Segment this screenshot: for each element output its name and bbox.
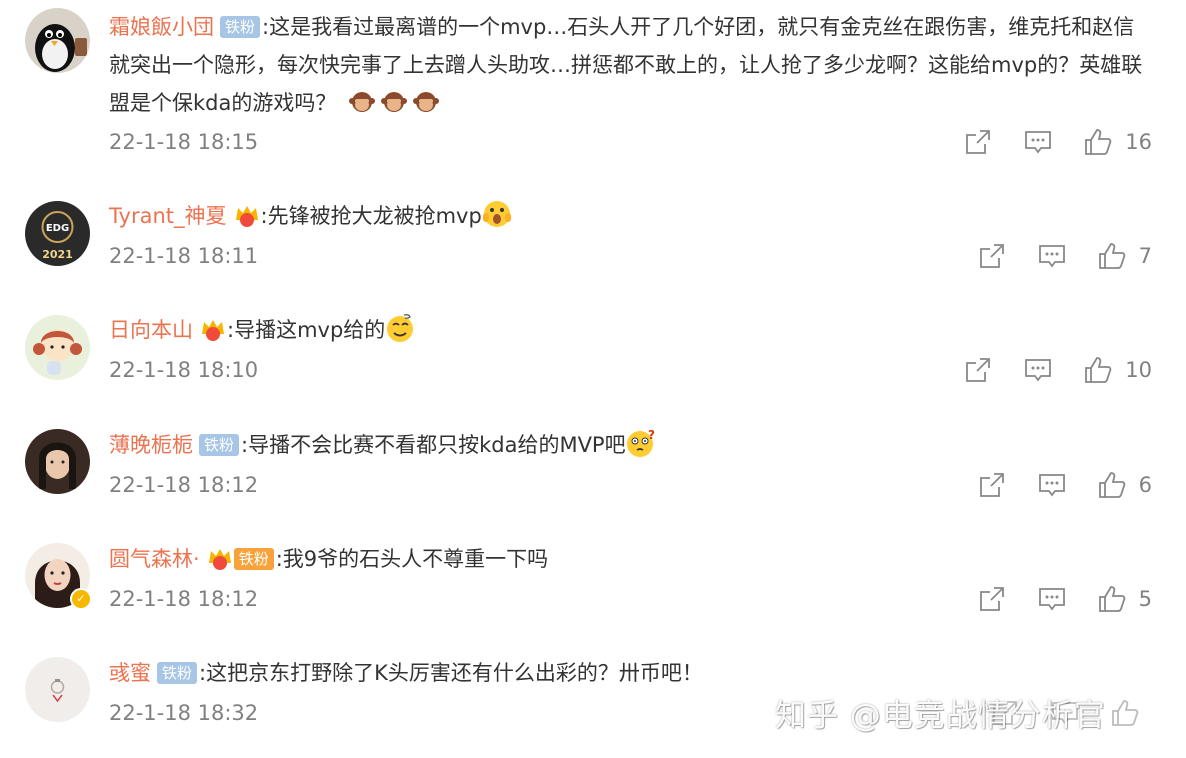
fan-badge: 铁粉: [199, 434, 240, 456]
username-link[interactable]: 彧蜜: [109, 661, 151, 685]
share-icon[interactable]: [963, 355, 993, 385]
like-count: 7: [1138, 244, 1152, 268]
avatar[interactable]: EDG 2021: [25, 201, 90, 266]
comment-time: 22-1-18 18:12: [109, 473, 259, 497]
comment-text: :导播这mvp给的: [227, 318, 386, 342]
comment-text: :导播不会比赛不看都只按kda给的MVP吧: [241, 433, 626, 457]
comment-body: Tyrant_神夏 :先锋被抢大龙被抢mvp: [109, 197, 1149, 235]
share-icon[interactable]: [977, 584, 1007, 614]
comment-actions: 10: [963, 355, 1152, 385]
comment-time: 22-1-18 18:10: [109, 358, 259, 382]
comment-icon[interactable]: [1037, 470, 1067, 500]
like-icon[interactable]: [1097, 584, 1127, 614]
svg-text:?: ?: [648, 428, 655, 442]
confused-face-emoji-icon: ?: [626, 428, 655, 457]
username-link[interactable]: 薄晚栀栀: [109, 433, 193, 457]
verified-icon: ✓: [70, 588, 92, 610]
crown-level-icon: 5: [208, 549, 233, 571]
like-icon[interactable]: [1083, 355, 1113, 385]
comment-actions: 7: [977, 241, 1152, 271]
fan-badge: 铁粉: [220, 16, 261, 38]
like-count: 16: [1125, 130, 1152, 154]
like-count: 10: [1125, 358, 1152, 382]
crown-badge-icon: [202, 320, 224, 341]
comment-time: 22-1-18 18:11: [109, 244, 259, 268]
comment-time: 22-1-18 18:12: [109, 587, 259, 611]
comment-actions: 5: [977, 584, 1152, 614]
username-link[interactable]: Tyrant_神夏: [109, 204, 227, 228]
username-link[interactable]: 霜娘飯小団: [109, 15, 214, 39]
dizzy-face-emoji-icon: [387, 314, 414, 342]
comment-actions: 16: [963, 127, 1152, 157]
comment-text: :我9爷的石头人不尊重一下吗: [275, 547, 549, 571]
comment-body: 霜娘飯小団 铁粉:这是我看过最离谱的一个mvp…石头人开了几个好团，就只有金克丝在…: [109, 8, 1149, 122]
watermark: 知乎 @电竞战情分析官: [775, 698, 1106, 734]
comment-icon[interactable]: [1037, 241, 1067, 271]
scared-face-emoji-icon: [482, 201, 511, 227]
comment-time: 22-1-18 18:32: [109, 701, 259, 725]
comment-icon[interactable]: [1023, 355, 1053, 385]
fan-badge: 铁粉: [233, 548, 274, 570]
like-icon[interactable]: [1097, 470, 1127, 500]
share-icon[interactable]: [963, 127, 993, 157]
comment-icon[interactable]: [1023, 127, 1053, 157]
comment-body: 薄晚栀栀 铁粉:导播不会比赛不看都只按kda给的MVP吧?: [109, 426, 1149, 464]
comment-text: :这把京东打野除了K头厉害还有什么出彩的？卅币吧！: [199, 661, 703, 685]
like-count: 5: [1138, 587, 1152, 611]
like-icon[interactable]: [1097, 241, 1127, 271]
avatar-year-text: 2021: [42, 248, 73, 261]
comment-time: 22-1-18 18:15: [109, 130, 259, 154]
crown-badge-icon: [235, 206, 258, 227]
monkey-emoji-icon: [343, 91, 440, 115]
avatar[interactable]: [25, 315, 90, 380]
svg-text:5: 5: [227, 563, 233, 571]
comment-text: :先锋被抢大龙被抢mvp: [260, 204, 482, 228]
comment-actions: 6: [977, 470, 1152, 500]
like-icon[interactable]: [1083, 127, 1113, 157]
share-icon[interactable]: [977, 470, 1007, 500]
comment-body: 圆气森林· 5 铁粉:我9爷的石头人不尊重一下吗: [109, 540, 1149, 578]
fan-badge: 铁粉: [157, 662, 198, 684]
comment-icon[interactable]: [1037, 584, 1067, 614]
comment-body: 日向本山 :导播这mvp给的: [109, 311, 1149, 349]
avatar[interactable]: [25, 657, 90, 722]
avatar[interactable]: [25, 8, 90, 73]
comment-body: 彧蜜 铁粉:这把京东打野除了K头厉害还有什么出彩的？卅币吧！: [109, 654, 1149, 692]
username-link[interactable]: 日向本山: [109, 318, 193, 342]
like-icon[interactable]: [1110, 698, 1140, 728]
avatar[interactable]: [25, 429, 90, 494]
share-icon[interactable]: [977, 241, 1007, 271]
like-count: 6: [1138, 473, 1152, 497]
comment-text: :这是我看过最离谱的一个mvp…石头人开了几个好团，就只有金克丝在跟伤害，维克托…: [109, 15, 1143, 115]
comment-list: 霜娘飯小団 铁粉:这是我看过最离谱的一个mvp…石头人开了几个好团，就只有金克丝在…: [0, 0, 1186, 758]
svg-text:EDG: EDG: [46, 223, 69, 234]
username-link[interactable]: 圆气森林·: [109, 547, 200, 571]
